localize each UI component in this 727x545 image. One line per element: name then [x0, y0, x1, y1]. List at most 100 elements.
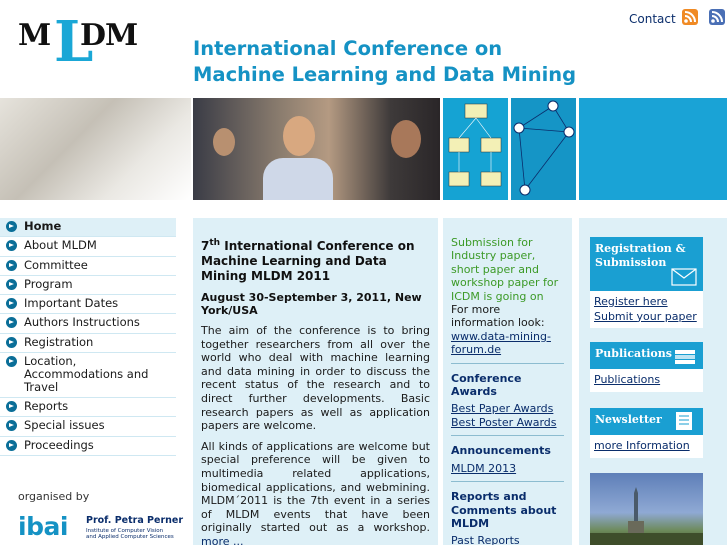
arrow-bullet-icon — [6, 439, 17, 451]
arrow-bullet-icon — [6, 298, 17, 310]
applications-paragraph: All kinds of applications are welcome bu… — [201, 440, 430, 545]
submit-paper-link[interactable]: Submit your paper — [594, 310, 697, 323]
newsletter-icon — [676, 412, 692, 430]
sidebar-item-home[interactable]: Home — [0, 218, 176, 238]
arrow-bullet-icon — [6, 420, 17, 432]
org-person: Prof. Petra Perner — [86, 515, 184, 526]
envelope-icon — [671, 268, 697, 286]
sidebar-item-label: About MLDM — [24, 238, 97, 253]
photo-figure — [263, 158, 333, 200]
mldm-2013-link[interactable]: MLDM 2013 — [451, 462, 516, 475]
arrow-bullet-icon — [6, 259, 17, 271]
conference-heading: 7th International Conference on Machine … — [201, 236, 430, 284]
logo-letter-m: M — [18, 18, 51, 53]
best-poster-awards-link[interactable]: Best Poster Awards — [451, 416, 557, 429]
publications-panel-header: Publications — [590, 342, 703, 369]
registration-panel: Registration & Submission Register here … — [590, 237, 703, 328]
sidebar-nav: Home About MLDM Committee Program Import… — [0, 218, 176, 456]
sidebar-item-label: Registration — [24, 334, 94, 349]
awards-heading: Conference Awards — [451, 371, 522, 399]
sidebar-item-registration[interactable]: Registration — [0, 334, 176, 354]
registration-panel-header: Registration & Submission — [590, 237, 703, 291]
arrow-bullet-icon — [6, 356, 17, 368]
registration-panel-title: Registration & Submission — [595, 242, 686, 269]
publications-panel-body: Publications — [590, 369, 703, 392]
header-blue-block — [579, 98, 727, 200]
header-collage-image — [0, 98, 191, 200]
publications-panel: Publications Publications — [590, 342, 703, 392]
arrow-bullet-icon — [6, 278, 17, 290]
newsletter-more-info-link[interactable]: more Information — [594, 439, 690, 452]
announcements-heading: Announcements — [451, 444, 551, 458]
more-link[interactable]: more ... — [201, 535, 243, 545]
sidebar-item-location[interactable]: Location, Accommodations and Travel — [0, 353, 176, 399]
sidebar-item-program[interactable]: Program — [0, 276, 176, 296]
arrow-bullet-icon — [6, 221, 17, 232]
org-subtitle: Institute of Computer Vision and Applied … — [86, 528, 174, 540]
header-diagram-network — [511, 98, 576, 200]
header-diagram-tree — [443, 98, 508, 200]
arrow-bullet-icon — [6, 240, 17, 252]
rss-feed-icon[interactable] — [709, 9, 725, 25]
books-icon — [675, 350, 695, 364]
past-reports-link[interactable]: Past Reports — [451, 534, 520, 545]
arrow-bullet-icon — [6, 401, 17, 413]
mldm-logo[interactable]: M L DM — [18, 14, 138, 70]
reports-heading: Reports and Comments about MLDM — [451, 490, 557, 530]
sidebar-item-about[interactable]: About MLDM — [0, 237, 176, 257]
sidebar-item-label: Program — [24, 276, 73, 291]
sidebar-item-committee[interactable]: Committee — [0, 257, 176, 276]
sidebar-item-special-issues[interactable]: Special issues — [0, 417, 176, 437]
best-paper-awards-link[interactable]: Best Paper Awards — [451, 402, 553, 415]
sidebar-item-label: Home — [24, 219, 62, 233]
heading-text: International Conference on Machine Lear… — [201, 239, 415, 283]
intro-paragraph: The aim of the conference is to bring to… — [201, 324, 430, 433]
sidebar-item-label: Committee — [24, 257, 88, 272]
logo-letters-dm: DM — [80, 18, 138, 53]
org-subtitle-line2: and Applied Computer Sciences — [86, 534, 174, 540]
statue-of-liberty-photo — [590, 473, 703, 545]
main-content: 7th International Conference on Machine … — [193, 218, 438, 545]
ibai-logo[interactable]: ibai — [18, 512, 68, 541]
more-info-line: For more information look: www.data-mini… — [451, 303, 564, 357]
sidebar-item-important-dates[interactable]: Important Dates — [0, 295, 176, 315]
sidebar-item-label: Important Dates — [24, 296, 119, 311]
news-column: Submission for Industry paper, short pap… — [443, 218, 572, 545]
submission-notice: Submission for Industry paper, short pap… — [451, 236, 559, 303]
arrow-bullet-icon — [6, 317, 17, 329]
registration-panel-body: Register here Submit your paper — [590, 291, 703, 328]
photo-face — [283, 116, 315, 156]
reports-section: Reports and Comments about MLDM Past Rep… — [451, 481, 564, 545]
newsletter-panel-header: Newsletter — [590, 408, 703, 435]
data-mining-forum-link[interactable]: www.data-mining-forum.de — [451, 330, 551, 356]
site-title: International Conference on Machine Lear… — [193, 36, 593, 88]
photo-face — [213, 128, 235, 156]
newsletter-panel: Newsletter more Information — [590, 408, 703, 458]
sidebar-item-label: Authors Instructions — [24, 315, 140, 330]
heading-ordinal: th — [209, 238, 221, 248]
sidebar-item-label: Location, Accommodations and Travel — [24, 354, 149, 395]
sidebar-item-label: Reports — [24, 399, 69, 414]
rss-icon[interactable] — [682, 9, 698, 25]
sidebar-item-reports[interactable]: Reports — [0, 398, 176, 418]
arrow-bullet-icon — [6, 336, 17, 348]
site-title-line2: Machine Learning and Data Mining — [193, 63, 577, 86]
sidebar-item-proceedings[interactable]: Proceedings — [0, 437, 176, 456]
contact-link[interactable]: Contact — [629, 12, 676, 26]
announcements-section: Announcements MLDM 2013 — [451, 435, 564, 475]
newsletter-panel-body: more Information — [590, 435, 703, 458]
publications-panel-title: Publications — [595, 347, 672, 360]
sidebar-item-label: Proceedings — [24, 437, 94, 452]
applications-text: All kinds of applications are welcome bu… — [201, 439, 430, 535]
site-title-line1: International Conference on — [193, 37, 503, 60]
awards-section: Conference Awards Best Paper Awards Best… — [451, 362, 564, 430]
register-here-link[interactable]: Register here — [594, 295, 668, 308]
more-info-text: For more information look: — [451, 303, 545, 330]
publications-link[interactable]: Publications — [594, 373, 660, 386]
sidebar-item-label: Special issues — [24, 418, 105, 433]
conference-dates: August 30-September 3, 2011, New York/US… — [201, 291, 422, 317]
organised-by-label: organised by — [18, 490, 90, 503]
sidebar-item-authors-instructions[interactable]: Authors Instructions — [0, 314, 176, 334]
photo-face — [391, 120, 421, 158]
newsletter-panel-title: Newsletter — [595, 413, 662, 426]
